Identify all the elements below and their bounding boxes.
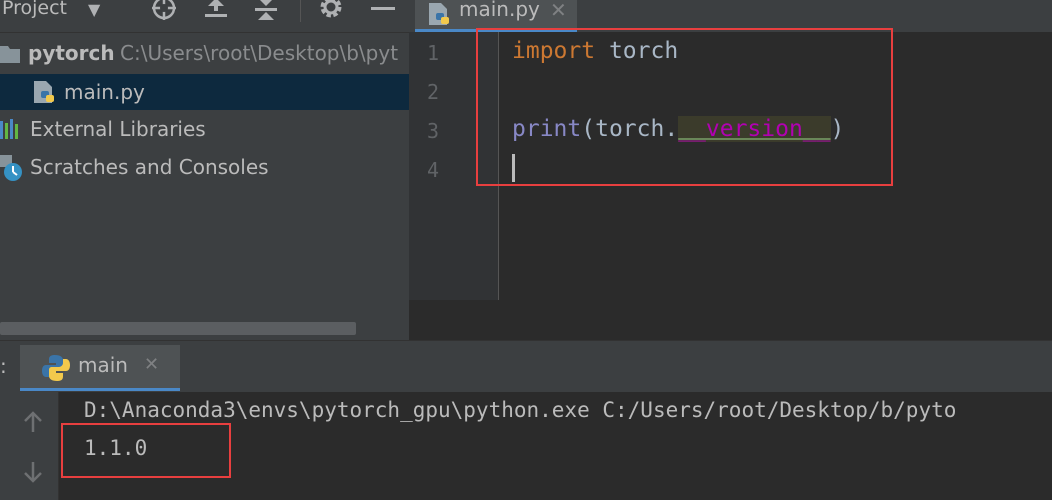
tree-item-label: main.py (64, 80, 145, 104)
folder-icon (0, 46, 20, 63)
arrow-up-icon[interactable] (22, 410, 44, 434)
arrow-down-icon[interactable] (22, 460, 44, 484)
scratches-icon (0, 155, 22, 181)
line-number: 2 (426, 80, 439, 104)
collapse-all-icon[interactable] (252, 0, 280, 22)
console-command-line: D:\Anaconda3\envs\pytorch_gpu\python.exe… (84, 398, 957, 422)
line-number: 4 (426, 158, 439, 182)
tree-item-main-py[interactable]: main.py (0, 74, 409, 110)
highlight-box-code (476, 28, 893, 186)
tree-item-pytorch[interactable]: pytorch C:\Users\root\Desktop\b\pyt (0, 35, 409, 71)
expand-all-icon[interactable] (202, 0, 230, 22)
crosshair-icon[interactable] (150, 0, 180, 22)
line-number: 3 (426, 119, 439, 143)
libraries-icon (0, 119, 18, 139)
toolbar-divider (300, 0, 301, 22)
project-title[interactable]: Project (2, 0, 67, 19)
tab-run-main[interactable]: main ✕ (20, 345, 180, 391)
python-icon (42, 355, 70, 381)
highlight-box-output (61, 423, 231, 478)
line-number: 1 (426, 41, 439, 65)
close-icon[interactable]: ✕ (550, 0, 567, 22)
project-path: C:\Users\root\Desktop\b\pyt (120, 41, 399, 65)
minimize-icon[interactable] (371, 7, 395, 10)
tree-item-external-libraries[interactable]: External Libraries (0, 111, 409, 147)
tree-item-label: Scratches and Consoles (30, 155, 269, 179)
chevron-down-icon[interactable]: ▼ (88, 0, 100, 19)
tree-item-label: External Libraries (30, 117, 206, 141)
python-file-icon (429, 3, 449, 25)
horizontal-scrollbar[interactable] (0, 322, 356, 335)
tree-item-label: pytorch (28, 41, 115, 65)
close-icon[interactable]: ✕ (144, 354, 159, 375)
python-file-icon (34, 81, 54, 103)
tab-label: main (78, 353, 128, 377)
gear-icon[interactable] (318, 0, 346, 21)
tab-label: main.py (459, 0, 540, 21)
run-side-label: : (0, 354, 7, 378)
tree-item-scratches[interactable]: Scratches and Consoles (0, 149, 409, 185)
